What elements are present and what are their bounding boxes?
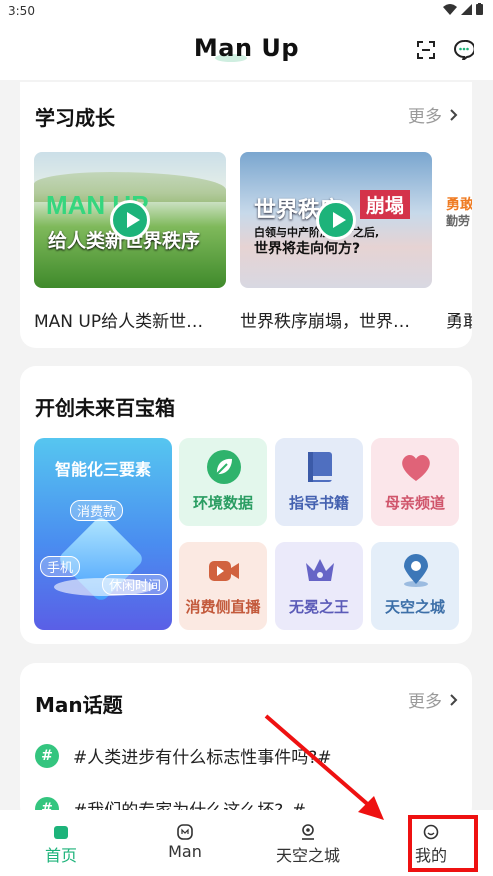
annotation-highlight-box <box>408 815 478 872</box>
annotation-arrow <box>264 714 384 820</box>
